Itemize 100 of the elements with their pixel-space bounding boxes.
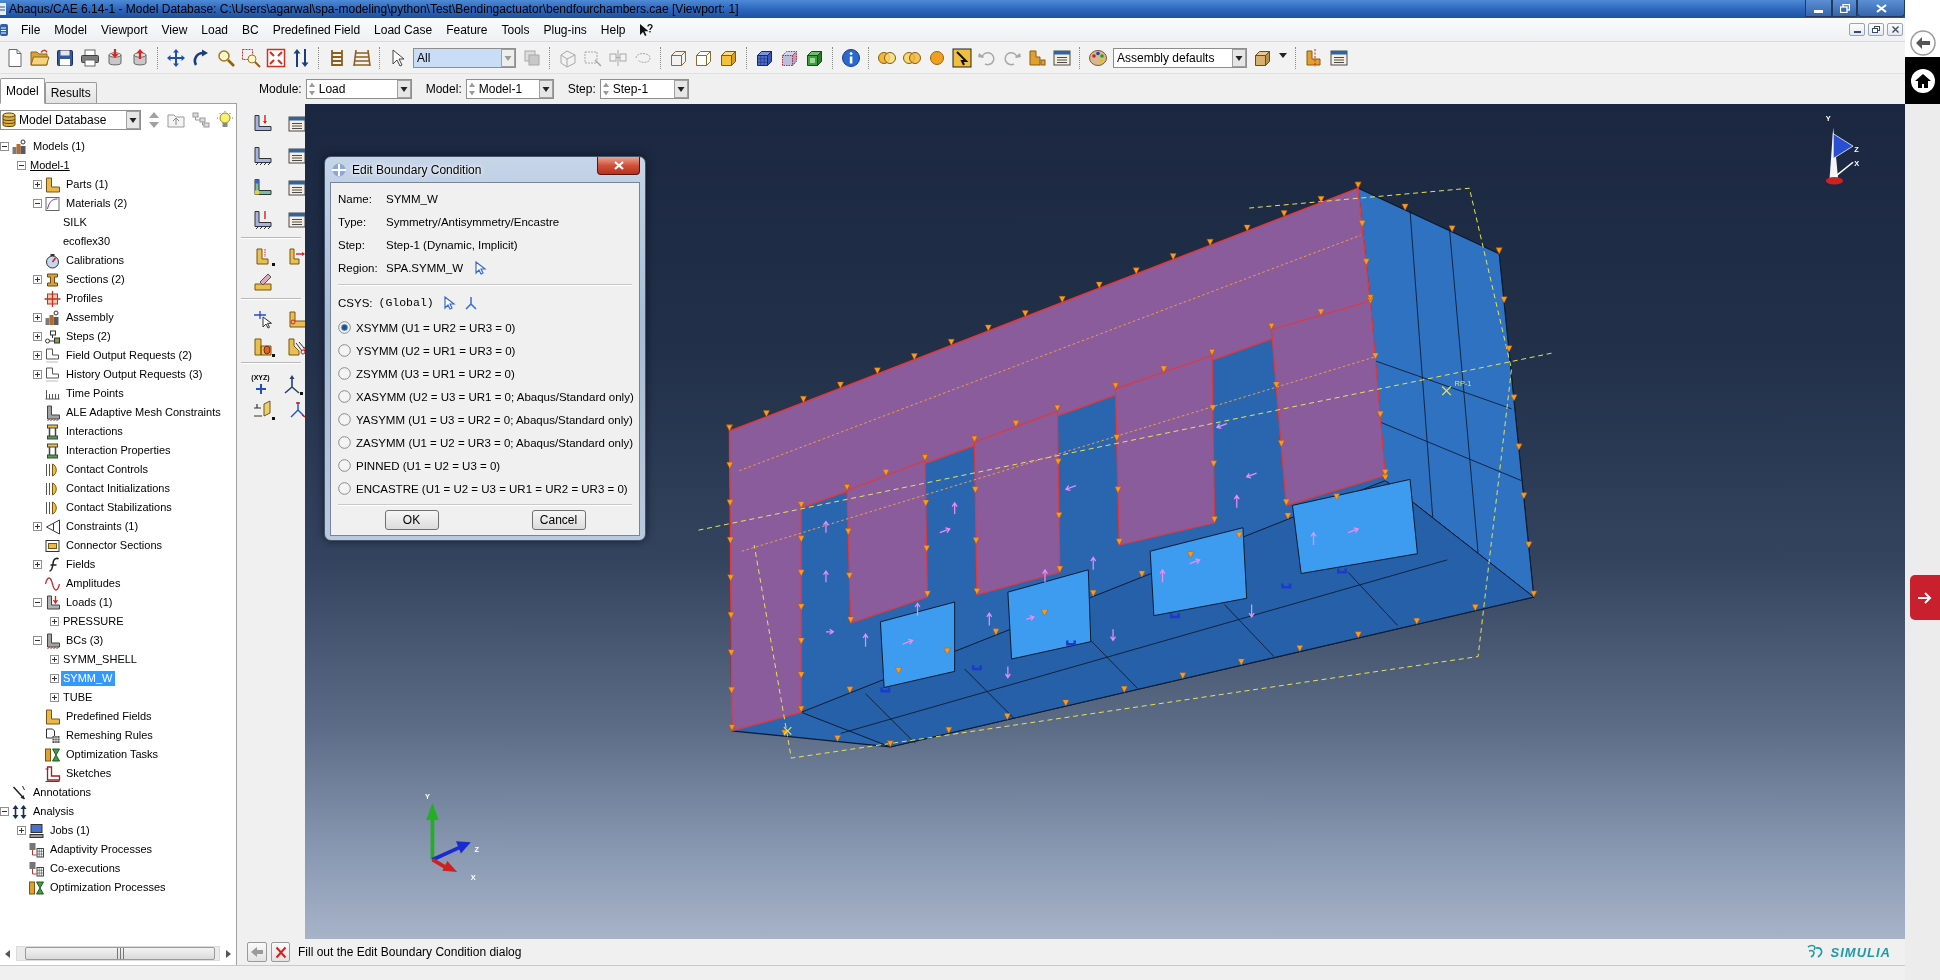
close-button[interactable]	[1857, 0, 1905, 17]
menu-item[interactable]: Predefined Field	[265, 19, 368, 40]
radio-button[interactable]	[338, 344, 351, 357]
tree-item[interactable]: TUBE	[61, 690, 95, 705]
collapse-icon[interactable]	[33, 598, 42, 607]
crosshair-cursor-icon[interactable]	[252, 309, 275, 330]
eraser-block-icon[interactable]	[252, 272, 275, 292]
scrollbar[interactable]	[16, 946, 220, 961]
option-label[interactable]: XASYMM (U2 = U3 = UR1 = 0; Abaqus/Standard only)	[356, 390, 634, 403]
expand-icon[interactable]	[50, 617, 59, 626]
radio-button[interactable]	[338, 413, 351, 426]
option-label[interactable]: YSYMM (U2 = UR1 = UR3 = 0)	[356, 344, 516, 357]
tree-item[interactable]: Steps (2)	[64, 329, 113, 344]
spin-arrows-icon[interactable]	[601, 81, 610, 97]
save-icon[interactable]	[54, 47, 75, 68]
expand-icon[interactable]	[50, 655, 59, 664]
dropdown[interactable]: All	[413, 47, 516, 68]
fit-view-icon[interactable]	[265, 47, 286, 68]
menu-item[interactable]: Help	[593, 19, 633, 40]
menu-item[interactable]: File	[14, 19, 48, 40]
tab[interactable]: Results	[44, 82, 97, 103]
menu-item[interactable]: Load	[194, 19, 235, 40]
restore-button[interactable]	[1832, 0, 1857, 17]
hatched-support-icon[interactable]	[252, 146, 275, 166]
tree-item[interactable]: Interaction Properties	[64, 443, 173, 458]
dropdown[interactable]: Step-1	[599, 79, 689, 99]
tree-item[interactable]: Materials (2)	[64, 196, 130, 211]
tree-item[interactable]: ecoflex30	[61, 234, 113, 249]
expand-icon[interactable]	[33, 313, 42, 322]
tree-item[interactable]: Interactions	[64, 424, 125, 439]
radio-button[interactable]	[338, 321, 351, 334]
collapse-icon[interactable]	[0, 142, 9, 151]
caret-icon[interactable]	[396, 80, 411, 98]
menu-item[interactable]: Plug-ins	[536, 19, 594, 40]
dialog-button[interactable]: OK	[384, 510, 439, 530]
tree-item[interactable]: Parts (1)	[64, 177, 111, 192]
collapse-icon[interactable]	[0, 807, 9, 816]
radio-button[interactable]	[338, 482, 351, 495]
step-blocks-icon[interactable]	[1026, 47, 1047, 68]
tree-item[interactable]: Predefined Fields	[64, 709, 154, 724]
minimize-button[interactable]	[1805, 0, 1832, 17]
radio-button[interactable]	[338, 459, 351, 472]
caret-icon[interactable]	[538, 80, 553, 98]
cursor-arrow-icon[interactable]	[475, 260, 488, 275]
table-icon[interactable]	[1328, 47, 1349, 68]
tree-item[interactable]: Assembly	[64, 310, 116, 325]
tree-item[interactable]: Sketches	[64, 766, 114, 781]
tree-item[interactable]: Sections (2)	[64, 272, 127, 287]
section-cut-icon[interactable]	[1303, 47, 1324, 68]
tree-item[interactable]: Optimization Tasks	[64, 747, 161, 762]
radio-button[interactable]	[338, 436, 351, 449]
tree-item[interactable]: Analysis	[31, 804, 76, 819]
dropdown[interactable]: Assembly defaults	[1113, 47, 1247, 68]
expand-icon[interactable]	[33, 370, 42, 379]
expand-tab[interactable]	[1910, 575, 1940, 620]
close-button[interactable]	[597, 157, 640, 175]
tree-item[interactable]: BCs (3)	[64, 633, 106, 648]
collapse-icon[interactable]	[33, 636, 42, 645]
tree-item[interactable]: SYMM_SHELL	[61, 652, 139, 667]
collapse-icon[interactable]	[33, 199, 42, 208]
radio-button[interactable]	[338, 367, 351, 380]
spin-arrows-icon[interactable]	[148, 111, 160, 129]
tree-item[interactable]: Model-1	[28, 158, 72, 173]
contour-bracket-icon[interactable]	[252, 178, 275, 198]
caret-icon[interactable]	[126, 111, 140, 129]
collapse-icon[interactable]	[17, 161, 26, 170]
option-label[interactable]: ZSYMM (U3 = UR1 = UR2 = 0)	[356, 367, 515, 380]
tree-item[interactable]: Contact Controls	[64, 462, 150, 477]
caret-icon[interactable]	[673, 80, 688, 98]
restore-button[interactable]	[1868, 23, 1884, 36]
scrollbar-thumb[interactable]	[25, 947, 215, 960]
expand-icon[interactable]	[33, 180, 42, 189]
menu-item[interactable]: Tools	[494, 19, 537, 40]
info-icon[interactable]	[840, 47, 861, 68]
option-label[interactable]: PINNED (U1 = U2 = U3 = 0)	[356, 459, 501, 472]
menu-item[interactable]: BC	[235, 19, 266, 40]
tree-item[interactable]: Time Points	[64, 386, 126, 401]
home-button[interactable]	[1905, 57, 1940, 104]
load-arrow-icon[interactable]	[252, 114, 275, 134]
tree-item[interactable]: Annotations	[31, 785, 94, 800]
spin-arrows-icon[interactable]	[307, 81, 316, 97]
expand-icon[interactable]	[50, 693, 59, 702]
plane-arrows-icon[interactable]	[252, 399, 275, 420]
help-cursor-icon[interactable]	[638, 22, 653, 37]
expand-icon[interactable]	[33, 275, 42, 284]
node-select-icon[interactable]	[607, 47, 628, 68]
zoom-box-icon[interactable]	[240, 47, 261, 68]
move-arrows-icon[interactable]	[165, 47, 186, 68]
back-button[interactable]	[247, 942, 267, 962]
tree-item[interactable]: Amplitudes	[64, 576, 123, 591]
lightbulb-icon[interactable]	[217, 111, 233, 129]
option-label[interactable]: ZASYMM (U1 = U2 = UR3 = 0; Abaqus/Standard only)	[356, 436, 634, 449]
palette-icon[interactable]	[1087, 47, 1108, 68]
close-button[interactable]	[1887, 23, 1903, 36]
ladder-icon[interactable]	[351, 47, 372, 68]
expand-icon[interactable]	[33, 560, 42, 569]
tree-item[interactable]: Fields	[64, 557, 98, 572]
tree-item[interactable]: SILK	[61, 215, 89, 230]
printer-icon[interactable]	[79, 47, 100, 68]
option-label[interactable]: YASYMM (U1 = U3 = UR2 = 0; Abaqus/Standard only)	[356, 413, 633, 426]
